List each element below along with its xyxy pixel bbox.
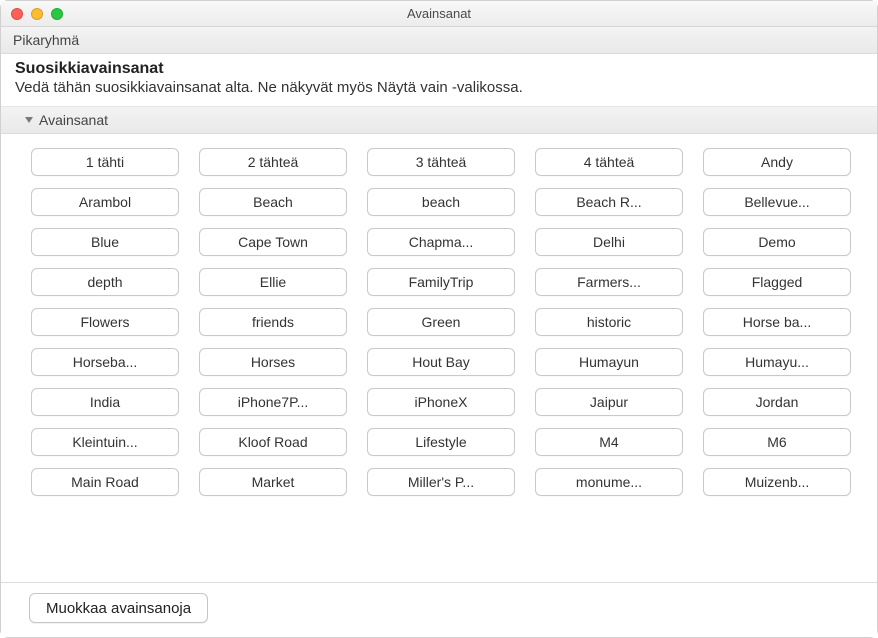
keyword-chip[interactable]: Andy — [703, 148, 851, 176]
keyword-chip[interactable]: friends — [199, 308, 347, 336]
keyword-chip[interactable]: depth — [31, 268, 179, 296]
keywords-header[interactable]: Avainsanat — [1, 107, 877, 134]
keyword-chip[interactable]: Demo — [703, 228, 851, 256]
keyword-chip[interactable]: Horse ba... — [703, 308, 851, 336]
window-title: Avainsanat — [1, 6, 877, 21]
keyword-chip[interactable]: Miller's P... — [367, 468, 515, 496]
favorites-hint: Vedä tähän suosikkiavainsanat alta. Ne n… — [15, 79, 863, 96]
favorites-block: Suosikkiavainsanat Vedä tähän suosikkiav… — [1, 54, 877, 107]
keyword-chip[interactable]: Flagged — [703, 268, 851, 296]
keyword-chip[interactable]: Horseba... — [31, 348, 179, 376]
favorites-title: Suosikkiavainsanat — [15, 60, 863, 78]
keyword-chip[interactable]: Green — [367, 308, 515, 336]
keyword-chip[interactable]: FamilyTrip — [367, 268, 515, 296]
keyword-chip[interactable]: Lifestyle — [367, 428, 515, 456]
keyword-chip[interactable]: Flowers — [31, 308, 179, 336]
footer: Muokkaa avainsanoja — [1, 582, 877, 637]
keyword-chip[interactable]: Main Road — [31, 468, 179, 496]
keyword-chip[interactable]: Beach — [199, 188, 347, 216]
keyword-chip[interactable]: Jordan — [703, 388, 851, 416]
quickgroup-label: Pikaryhmä — [13, 32, 79, 48]
quickgroup-header[interactable]: Pikaryhmä — [1, 27, 877, 54]
keyword-chip[interactable]: M6 — [703, 428, 851, 456]
keyword-chip[interactable]: Ellie — [199, 268, 347, 296]
keyword-chip[interactable]: Horses — [199, 348, 347, 376]
keyword-chip[interactable]: Beach R... — [535, 188, 683, 216]
keyword-chip[interactable]: Humayun — [535, 348, 683, 376]
chevron-down-icon — [25, 117, 33, 123]
keywords-area: 1 tähti 2 tähteä 3 tähteä 4 tähteä Andy Aramb… — [1, 134, 877, 582]
keyword-chip[interactable]: Market — [199, 468, 347, 496]
keyword-chip[interactable]: monume... — [535, 468, 683, 496]
keyword-chip[interactable]: Cape Town — [199, 228, 347, 256]
keyword-chip[interactable]: iPhone7P... — [199, 388, 347, 416]
keyword-chip[interactable]: Jaipur — [535, 388, 683, 416]
keywords-grid: 1 tähti 2 tähteä 3 tähteä 4 tähteä Andy Aramb… — [31, 148, 859, 496]
keyword-chip[interactable]: beach — [367, 188, 515, 216]
keyword-chip[interactable]: Arambol — [31, 188, 179, 216]
maximize-icon[interactable] — [51, 8, 63, 20]
keyword-chip[interactable]: 2 tähteä — [199, 148, 347, 176]
minimize-icon[interactable] — [31, 8, 43, 20]
keyword-chip[interactable]: Kloof Road — [199, 428, 347, 456]
traffic-lights — [1, 8, 63, 20]
keyword-chip[interactable]: iPhoneX — [367, 388, 515, 416]
keyword-chip[interactable]: Bellevue... — [703, 188, 851, 216]
keyword-chip[interactable]: Hout Bay — [367, 348, 515, 376]
window-titlebar: Avainsanat — [1, 1, 877, 27]
keyword-chip[interactable]: Kleintuin... — [31, 428, 179, 456]
keyword-chip[interactable]: historic — [535, 308, 683, 336]
keyword-chip[interactable]: 4 tähteä — [535, 148, 683, 176]
keywords-label: Avainsanat — [39, 112, 108, 128]
keyword-chip[interactable]: 3 tähteä — [367, 148, 515, 176]
keyword-chip[interactable]: Muizenb... — [703, 468, 851, 496]
edit-keywords-button[interactable]: Muokkaa avainsanoja — [29, 593, 208, 623]
close-icon[interactable] — [11, 8, 23, 20]
keyword-chip[interactable]: Chapma... — [367, 228, 515, 256]
keyword-chip[interactable]: Blue — [31, 228, 179, 256]
keyword-chip[interactable]: India — [31, 388, 179, 416]
keyword-chip[interactable]: Humayu... — [703, 348, 851, 376]
keyword-chip[interactable]: 1 tähti — [31, 148, 179, 176]
keyword-chip[interactable]: Delhi — [535, 228, 683, 256]
keyword-chip[interactable]: M4 — [535, 428, 683, 456]
keyword-chip[interactable]: Farmers... — [535, 268, 683, 296]
